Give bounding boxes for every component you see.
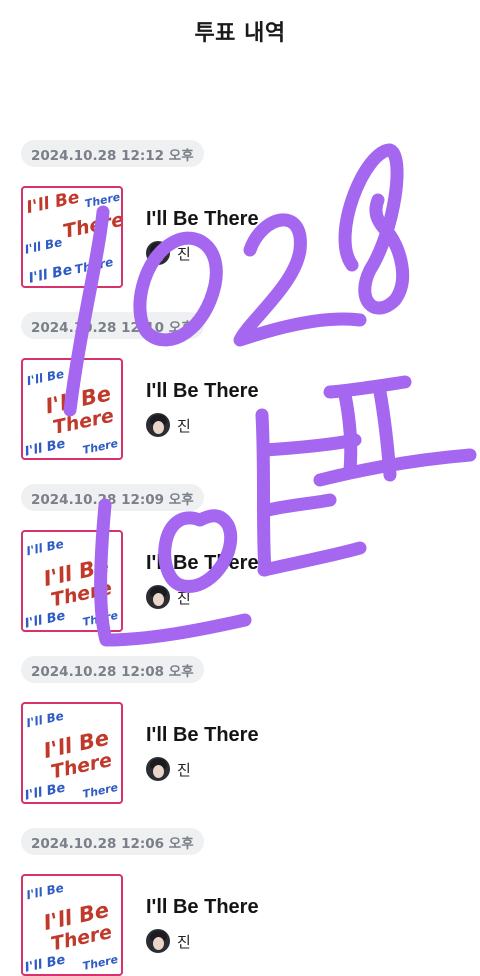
page-title: 투표 내역 [194,21,286,46]
artist: 진 [146,585,259,609]
song-title: I'll Be There [146,724,259,746]
date-badge: 2024.10.28 12:06 오후 [21,828,204,855]
avatar [146,241,170,265]
svg-text:I'll Be: I'll Be [25,880,65,902]
header: 투표 내역 [0,0,480,62]
vote-row[interactable]: I'll Be I'll Be There I'll Be There I'll… [21,529,461,632]
vote-row[interactable]: I'll Be I'll Be There I'll Be There I'll… [21,701,461,804]
svg-text:I'll Be: I'll Be [24,608,67,630]
song-title: I'll Be There [146,552,259,574]
album-art: I'll Be There I'll Be There I'll Be Ther… [24,188,121,286]
album-art: I'll Be I'll Be There I'll Be There [24,880,120,974]
album-cover-image: I'll Be I'll Be There I'll Be There [21,529,123,632]
song-title: I'll Be There [146,208,259,230]
svg-text:I'll Be: I'll Be [27,261,74,285]
artist: 진 [146,757,259,781]
album-cover-image: I'll Be I'll Be There I'll Be There [21,873,123,976]
svg-text:I'll Be: I'll Be [25,188,82,218]
artist-name: 진 [177,760,191,779]
svg-text:I'll Be: I'll Be [24,952,67,974]
artist-name: 진 [177,244,191,263]
date-badge: 2024.10.28 12:08 오후 [21,656,204,683]
svg-text:There: There [82,952,120,972]
vote-row[interactable]: I'll Be There I'll Be There I'll Be Ther… [21,185,461,288]
svg-text:I'll Be: I'll Be [25,536,65,558]
avatar [146,929,170,953]
svg-text:There: There [61,208,121,242]
song-title: I'll Be There [146,896,259,918]
avatar [146,757,170,781]
svg-text:I'll Be: I'll Be [25,708,65,730]
artist-name: 진 [177,588,191,607]
svg-text:There: There [82,780,120,800]
vote-row[interactable]: I'll Be I'll Be There I'll Be There I'll… [21,873,461,976]
svg-text:There: There [74,254,115,276]
date-badge: 2024.10.28 12:10 오후 [21,312,204,339]
avatar [146,413,170,437]
date-badge: 2024.10.28 12:12 오후 [21,140,204,167]
album-art: I'll Be I'll Be There I'll Be There [24,366,120,458]
avatar [146,585,170,609]
svg-text:I'll Be: I'll Be [24,235,64,257]
song-title: I'll Be There [146,380,259,402]
svg-text:I'll Be: I'll Be [24,436,67,458]
svg-text:There: There [82,608,120,628]
artist: 진 [146,413,259,437]
date-badge: 2024.10.28 12:09 오후 [21,484,204,511]
svg-text:I'll Be: I'll Be [24,780,67,802]
svg-text:There: There [82,436,120,456]
svg-text:There: There [84,190,121,210]
album-cover-image: I'll Be I'll Be There I'll Be There [21,357,123,460]
album-cover-image: I'll Be There I'll Be There I'll Be Ther… [21,185,123,288]
vote-row[interactable]: I'll Be I'll Be There I'll Be There I'll… [21,357,461,460]
album-cover-image: I'll Be I'll Be There I'll Be There [21,701,123,804]
artist: 진 [146,929,259,953]
artist-name: 진 [177,416,191,435]
artist: 진 [146,241,259,265]
artist-name: 진 [177,932,191,951]
album-art: I'll Be I'll Be There I'll Be There [24,536,120,630]
svg-text:I'll Be: I'll Be [25,366,65,388]
album-art: I'll Be I'll Be There I'll Be There [24,708,120,802]
